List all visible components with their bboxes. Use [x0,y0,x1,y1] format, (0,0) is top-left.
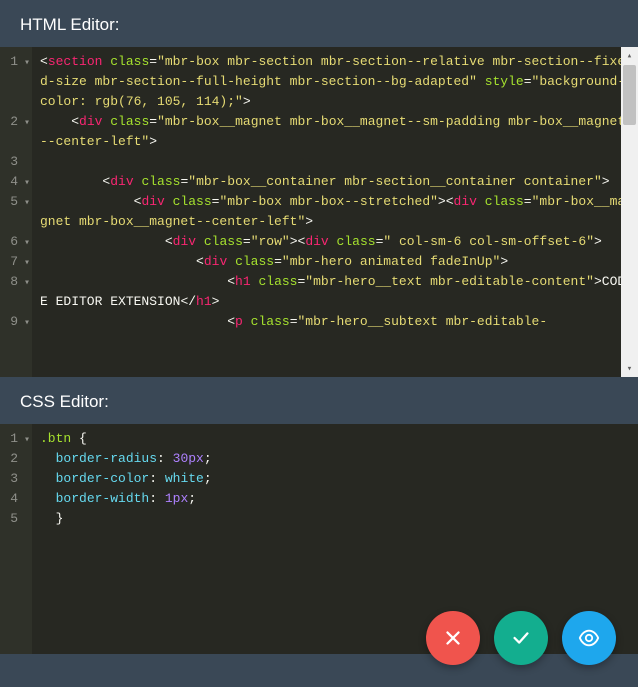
html-editor-title: HTML Editor: [0,0,638,47]
action-buttons [426,611,616,665]
css-editor-title: CSS Editor: [0,377,638,424]
save-button[interactable] [494,611,548,665]
css-gutter: 12345 [0,424,32,654]
preview-button[interactable] [562,611,616,665]
html-gutter: 123456789 [0,47,32,377]
eye-icon [578,627,600,649]
scroll-down-icon[interactable]: ▾ [621,360,638,377]
check-icon [510,627,532,649]
html-code-area[interactable]: <section class="mbr-box mbr-section mbr-… [32,47,638,377]
html-code-editor[interactable]: 123456789 <section class="mbr-box mbr-se… [0,47,638,377]
scroll-thumb[interactable] [623,65,636,125]
close-icon [442,627,464,649]
html-editor-panel: HTML Editor: 123456789 <section class="m… [0,0,638,377]
scroll-up-icon[interactable]: ▴ [621,47,638,64]
cancel-button[interactable] [426,611,480,665]
html-scrollbar[interactable]: ▴ ▾ [621,47,638,377]
